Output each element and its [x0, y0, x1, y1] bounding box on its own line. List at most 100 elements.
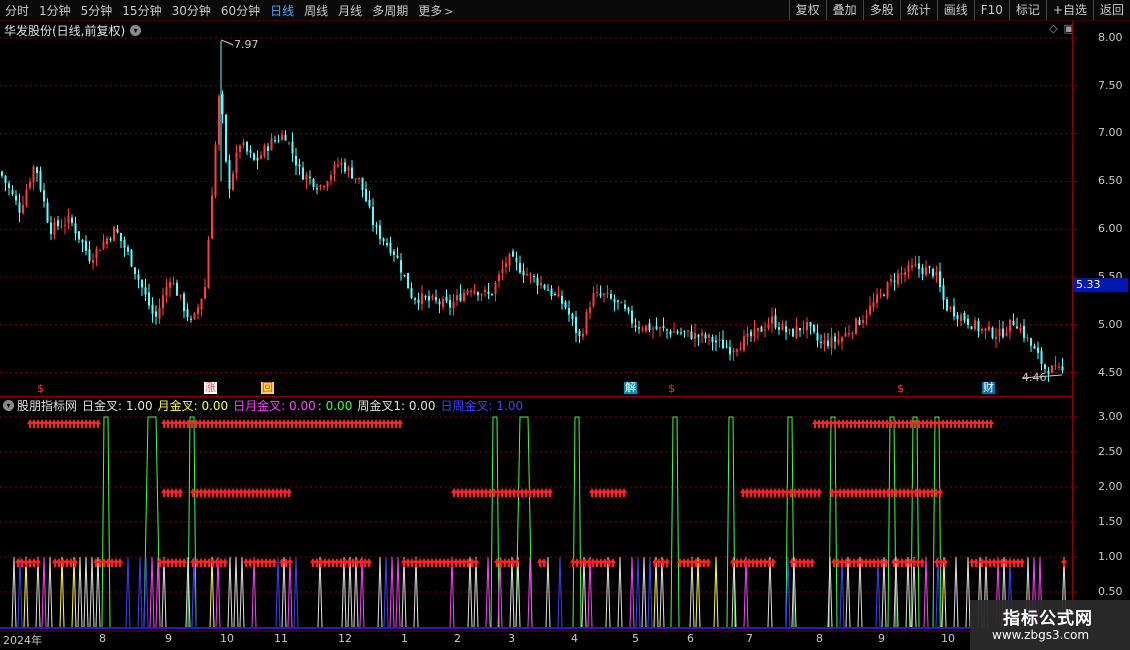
candle-body	[386, 243, 388, 245]
candle-body	[50, 222, 52, 234]
candle-body	[445, 296, 448, 302]
indicator-spike	[125, 556, 131, 628]
date-label: 9	[878, 632, 885, 645]
candle-body	[494, 282, 497, 295]
candle-body	[221, 94, 224, 115]
candle-body	[645, 325, 647, 331]
indicator-spike	[641, 556, 647, 628]
indicator-name[interactable]: 股朋指标网	[17, 397, 77, 414]
candle-body	[57, 220, 59, 227]
candle-body	[946, 299, 948, 311]
candle-body	[526, 273, 528, 276]
candle-body	[361, 177, 364, 191]
candle-body	[113, 227, 115, 242]
candle-body	[750, 331, 752, 337]
date-label: 11	[274, 632, 288, 645]
indicator-spike	[935, 556, 941, 628]
candle-body	[74, 223, 77, 234]
candle-body	[683, 331, 686, 333]
candle-body	[508, 253, 511, 266]
candle-body	[204, 287, 206, 299]
candle-body	[67, 215, 70, 223]
candle-body	[680, 332, 682, 334]
signal-unlock: 解	[624, 381, 637, 394]
candle-body	[767, 324, 770, 328]
candle-body	[809, 322, 812, 327]
candle-body	[1023, 325, 1025, 338]
candle-body	[225, 114, 227, 162]
indicator-weekly-cross: 周金叉1: 0.00	[357, 399, 436, 413]
candle-body	[837, 339, 840, 344]
candle-body	[162, 295, 164, 309]
candle-body	[1037, 347, 1039, 353]
candle-body	[697, 334, 700, 338]
red-arrow-marker	[35, 558, 41, 567]
price-label-7: 7.00	[1098, 126, 1123, 139]
candle-body	[134, 267, 136, 274]
candle-body	[879, 293, 882, 295]
indicator-daily-weekly-cross: 日周金叉: 1.00	[440, 399, 524, 413]
candle-body	[792, 328, 794, 337]
candle-body	[144, 287, 147, 295]
candle-body	[501, 268, 504, 274]
price-label-6-5: 6.50	[1098, 174, 1123, 187]
red-arrow-marker	[919, 558, 925, 567]
candle-body	[106, 238, 108, 245]
candle-body	[596, 292, 598, 294]
candle-body	[414, 298, 416, 300]
red-arrow-marker	[397, 419, 403, 428]
date-label: 1	[401, 632, 408, 645]
candle-body	[22, 204, 24, 214]
high-pointer	[220, 39, 234, 46]
candle-body	[330, 175, 332, 181]
candle-body	[533, 275, 535, 277]
candle-body	[389, 242, 392, 254]
candle-body	[1002, 328, 1004, 337]
red-arrow-marker	[72, 558, 78, 567]
candle-body	[193, 312, 196, 319]
candle-body	[81, 239, 84, 243]
candle-body	[928, 266, 931, 268]
red-arrow-marker	[621, 488, 627, 497]
date-label: 2	[454, 632, 461, 645]
candle-body	[788, 329, 791, 331]
candle-body	[190, 318, 192, 320]
candle-body	[165, 287, 168, 296]
candle-body	[851, 332, 854, 334]
candle-body	[179, 294, 182, 296]
candle-body	[435, 297, 437, 301]
candle-body	[858, 319, 861, 325]
candle-body	[624, 304, 626, 309]
candle-body	[99, 250, 101, 252]
candle-body	[15, 195, 17, 201]
chevron-down-icon[interactable]: ▾	[3, 400, 14, 411]
candle-body	[739, 348, 742, 351]
red-arrow-marker	[547, 488, 553, 497]
candle-body	[477, 292, 479, 296]
candle-body	[18, 202, 21, 213]
watermark-title: 指标公式网	[1003, 609, 1093, 629]
candle-body	[610, 294, 612, 299]
candle-body	[701, 332, 703, 336]
candle-body	[547, 289, 549, 291]
candle-body	[354, 178, 357, 180]
candle-body	[281, 134, 283, 140]
candle-body	[473, 290, 476, 293]
indicator-spike	[281, 556, 287, 628]
candle-body	[428, 296, 430, 301]
candle-body	[893, 280, 896, 282]
low-price-annotation: 4.46	[1022, 371, 1047, 384]
candle-body	[1, 171, 3, 176]
candle-body	[592, 292, 595, 307]
red-arrow-marker	[973, 558, 979, 567]
red-arrow-marker	[809, 558, 815, 567]
candle-body	[1044, 364, 1046, 369]
candle-body	[694, 332, 696, 339]
candle-body	[410, 288, 413, 298]
candle-body	[323, 186, 325, 188]
indicator-spike	[605, 556, 611, 628]
candle-body	[137, 274, 140, 280]
candle-body	[25, 190, 28, 205]
candle-body	[1016, 326, 1018, 329]
indicator-spike	[731, 556, 737, 628]
